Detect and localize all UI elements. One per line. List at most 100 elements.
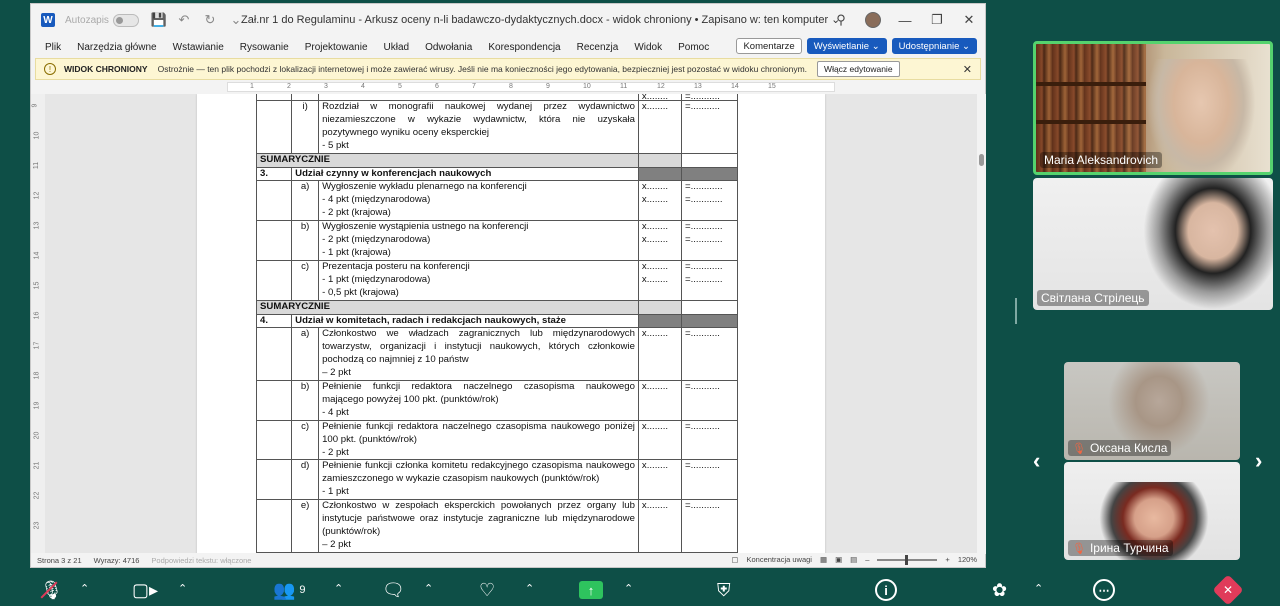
chevron-up-icon[interactable]: ⌃ bbox=[178, 582, 187, 595]
participant-name-label: 🎙 Ірина Турчина bbox=[1068, 540, 1173, 556]
ruler-tick: 2 bbox=[287, 83, 291, 90]
shelf-divider bbox=[1036, 120, 1146, 124]
search-icon[interactable]: ⚲ bbox=[825, 12, 857, 28]
table-cell: Wygłoszenie wykładu plenarnego na konfer… bbox=[322, 181, 527, 193]
table-cell: Prezentacja posteru na konferencji bbox=[322, 260, 470, 272]
tab-design[interactable]: Projektowanie bbox=[305, 42, 368, 53]
info-icon[interactable]: i bbox=[875, 578, 897, 602]
ruler-tick: 19 bbox=[33, 401, 41, 410]
mic-muted-icon: 🎙 bbox=[1072, 443, 1086, 455]
close-icon[interactable]: ✕ bbox=[953, 12, 985, 28]
chevron-up-icon[interactable]: ⌃ bbox=[1034, 582, 1043, 595]
web-layout-icon[interactable]: ▤ bbox=[850, 555, 857, 564]
next-page-icon[interactable]: › bbox=[1255, 448, 1262, 474]
restore-icon[interactable]: ❐ bbox=[921, 12, 953, 28]
tab-review[interactable]: Recenzja bbox=[577, 42, 619, 53]
table-cell: c) bbox=[291, 259, 320, 301]
leave-call-button[interactable]: ✕ bbox=[1212, 574, 1244, 606]
undo-icon[interactable]: ↶ bbox=[177, 12, 191, 28]
chevron-up-icon[interactable]: ⌃ bbox=[80, 582, 89, 595]
vertical-scrollbar[interactable] bbox=[977, 94, 986, 554]
ruler-tick: 12 bbox=[657, 83, 665, 90]
previous-page-icon[interactable]: ‹ bbox=[1033, 448, 1040, 474]
text-predictions-status[interactable]: Podpowiedzi tekstu: włączone bbox=[151, 556, 251, 565]
participant-tile[interactable]: 🎙 Ірина Турчина bbox=[1064, 462, 1240, 560]
table-cell: Pełnienie funkcji redaktora naczelnego c… bbox=[322, 381, 635, 405]
security-shield-icon[interactable]: ⛨ bbox=[717, 578, 731, 602]
tab-layout[interactable]: Układ bbox=[384, 42, 410, 53]
ruler-tick: 22 bbox=[33, 491, 41, 500]
comments-button[interactable]: Komentarze bbox=[736, 38, 802, 54]
focus-icon[interactable]: ▢ bbox=[731, 555, 738, 564]
table-row: b) Pełnienie funkcji redaktora naczelneg… bbox=[255, 380, 738, 421]
participant-tile[interactable]: Світлана Стрілець bbox=[1033, 178, 1273, 310]
word-count[interactable]: Wyrazy: 4716 bbox=[94, 556, 140, 565]
ruler-tick: 11 bbox=[620, 83, 628, 90]
focus-mode-button[interactable]: Koncentracja uwagi bbox=[747, 555, 812, 564]
enable-editing-button[interactable]: Włącz edytowanie bbox=[817, 61, 900, 77]
shield-icon: ! bbox=[44, 63, 56, 75]
participant-name: Оксана Кисла bbox=[1089, 441, 1168, 455]
table-cell: – 2 pkt bbox=[322, 367, 351, 379]
chevron-up-icon[interactable]: ⌃ bbox=[334, 582, 343, 595]
tab-file[interactable]: Plik bbox=[45, 42, 61, 53]
table-cell: - 1 pkt (międzynarodowa) bbox=[322, 273, 431, 285]
mic-muted-icon[interactable]: 🎙 bbox=[40, 578, 63, 602]
table-cell: - 0,5 pkt (krajowa) bbox=[322, 286, 399, 298]
more-options-icon[interactable]: ⋯ bbox=[1093, 578, 1115, 602]
ruler-tick: 14 bbox=[33, 251, 41, 260]
close-icon[interactable]: ✕ bbox=[963, 63, 972, 76]
share-screen-icon: ↑ bbox=[579, 581, 603, 599]
zoom-out-icon[interactable]: – bbox=[865, 555, 869, 564]
user-avatar[interactable] bbox=[865, 12, 881, 28]
ruler-tick: 16 bbox=[33, 311, 41, 320]
tab-draw[interactable]: Rysowanie bbox=[240, 42, 289, 53]
zoom-slider[interactable] bbox=[877, 554, 938, 565]
tab-insert[interactable]: Wstawianie bbox=[173, 42, 224, 53]
reactions-icon[interactable]: ♡ bbox=[479, 578, 495, 602]
tab-mailings[interactable]: Korespondencja bbox=[488, 42, 560, 53]
ruler-tick: 11 bbox=[33, 161, 41, 170]
tab-references[interactable]: Odwołania bbox=[425, 42, 472, 53]
table-row: c) Pełnienie funkcji redaktora naczelneg… bbox=[255, 419, 738, 461]
page-count[interactable]: Strona 3 z 21 bbox=[37, 556, 82, 565]
ruler-tick: 18 bbox=[33, 371, 41, 380]
participants-button[interactable]: 👥 9 bbox=[273, 578, 306, 602]
print-layout-icon[interactable]: ▣ bbox=[835, 555, 842, 564]
read-mode-icon[interactable]: ▦ bbox=[820, 555, 827, 564]
chevron-up-icon[interactable]: ⌃ bbox=[525, 582, 534, 595]
chevron-up-icon[interactable]: ⌃ bbox=[424, 582, 433, 595]
horizontal-ruler: 1 2 3 4 5 6 7 8 9 10 11 12 13 14 15 bbox=[31, 81, 985, 93]
tab-home[interactable]: Narzędzia główne bbox=[77, 42, 157, 53]
panel-resize-handle[interactable] bbox=[1015, 298, 1017, 324]
table-cell: =............ bbox=[685, 194, 723, 206]
ruler-tick: 10 bbox=[33, 131, 41, 140]
table-cell: Pełnienie funkcji członka komitetu redak… bbox=[322, 460, 635, 485]
zoom-in-icon[interactable]: + bbox=[945, 555, 949, 564]
redo-icon[interactable]: ↻ bbox=[203, 12, 217, 28]
tab-help[interactable]: Pomoc bbox=[678, 42, 709, 53]
scrollbar-thumb[interactable] bbox=[979, 154, 984, 166]
participant-tile[interactable]: 🎙 Оксана Кисла bbox=[1064, 362, 1240, 460]
table-row: 4. Udział w komitetach, radach i redakcj… bbox=[255, 313, 738, 329]
participant-tile[interactable]: Maria Aleksandrovich bbox=[1033, 41, 1273, 175]
view-mode-button[interactable]: Wyświetlanie ⌄ bbox=[806, 38, 887, 54]
document-page: x........ =........... i) Rozdział w mon… bbox=[197, 94, 825, 554]
share-button[interactable]: Udostępnianie ⌄ bbox=[891, 38, 977, 54]
chevron-up-icon[interactable]: ⌃ bbox=[624, 582, 633, 595]
autosave-toggle[interactable] bbox=[112, 13, 139, 27]
save-icon[interactable]: 💾 bbox=[151, 12, 167, 28]
tab-view[interactable]: Widok bbox=[634, 42, 662, 53]
share-screen-button[interactable]: ↑ bbox=[579, 578, 603, 602]
table-row: c) Prezentacja posteru na konferencji - 1… bbox=[255, 259, 738, 301]
video-camera-icon[interactable]: ▢▸ bbox=[132, 578, 158, 602]
ruler-tick: 12 bbox=[33, 191, 41, 200]
apps-icon[interactable]: ✿ bbox=[992, 578, 1007, 602]
table-row: e) Członkostwo w zespołach eksperckich p… bbox=[255, 499, 738, 553]
table-row: 3. Udział czynny w konferencjach naukowy… bbox=[255, 166, 738, 182]
minimize-icon[interactable]: — bbox=[889, 13, 921, 28]
table-cell: Udział czynny w konferencjach naukowych bbox=[291, 166, 639, 182]
zoom-level[interactable]: 120% bbox=[958, 555, 977, 564]
chat-icon[interactable]: 🗨 bbox=[382, 578, 405, 602]
table-cell: - 2 pkt (krajowa) bbox=[322, 207, 391, 219]
